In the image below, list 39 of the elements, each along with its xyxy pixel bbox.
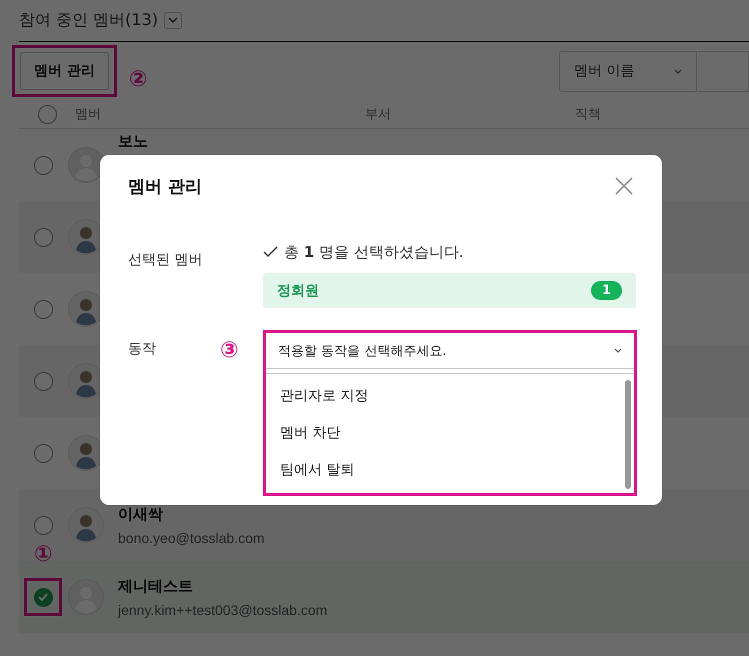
row-checkbox[interactable] xyxy=(34,300,52,318)
member-email: jenny.kim++test003@tosslab.com xyxy=(118,602,328,618)
member-name: 보노 xyxy=(118,132,148,151)
dropdown-option[interactable]: 멤버 차단 xyxy=(266,415,625,452)
annotation-number: ③ xyxy=(220,340,239,362)
check-icon xyxy=(263,246,279,258)
dropdown-option[interactable]: 관리자로 지정 xyxy=(266,378,625,415)
row-checkbox[interactable] xyxy=(34,372,52,390)
row-checkbox[interactable] xyxy=(34,588,52,606)
row-checkbox[interactable] xyxy=(34,228,52,246)
group-name: 정회원 xyxy=(277,282,319,300)
member-email: bono.yeo@tosslab.com xyxy=(118,530,265,546)
column-header: 멤버 xyxy=(75,106,102,123)
section-title: 참여 중인 멤버(13) xyxy=(19,10,158,30)
check-icon xyxy=(38,593,48,601)
select-all-radio[interactable] xyxy=(38,104,57,124)
annotation-number: ② xyxy=(128,69,148,91)
selection-summary: 총 1 명을 선택하셨습니다. xyxy=(284,242,464,262)
close-icon[interactable] xyxy=(614,176,634,196)
row-checkbox[interactable] xyxy=(34,444,52,462)
manage-members-button[interactable]: 멤버 관리 xyxy=(20,52,109,90)
avatar-icon xyxy=(68,507,104,543)
column-header: 직책 xyxy=(575,106,601,123)
row-checkbox[interactable] xyxy=(34,516,52,534)
member-name: 제니테스트 xyxy=(118,576,194,596)
collapse-button[interactable] xyxy=(164,12,182,28)
chevron-down-icon xyxy=(614,348,622,353)
field-label: 동작 xyxy=(128,340,156,358)
row-checkbox[interactable] xyxy=(34,156,52,174)
dropdown-option[interactable]: 팀에서 탈퇴 xyxy=(266,452,625,489)
scrollbar[interactable] xyxy=(625,380,631,489)
dialog-title: 멤버 관리 xyxy=(128,176,202,198)
column-header: 부서 xyxy=(365,106,392,123)
annotation-number: ① xyxy=(34,544,53,566)
chevron-down-icon xyxy=(168,17,178,23)
field-label: 선택된 멤버 xyxy=(128,251,202,269)
member-name: 이새싹 xyxy=(118,504,164,524)
count-badge: 1 xyxy=(590,281,622,300)
chevron-down-icon xyxy=(674,68,682,74)
